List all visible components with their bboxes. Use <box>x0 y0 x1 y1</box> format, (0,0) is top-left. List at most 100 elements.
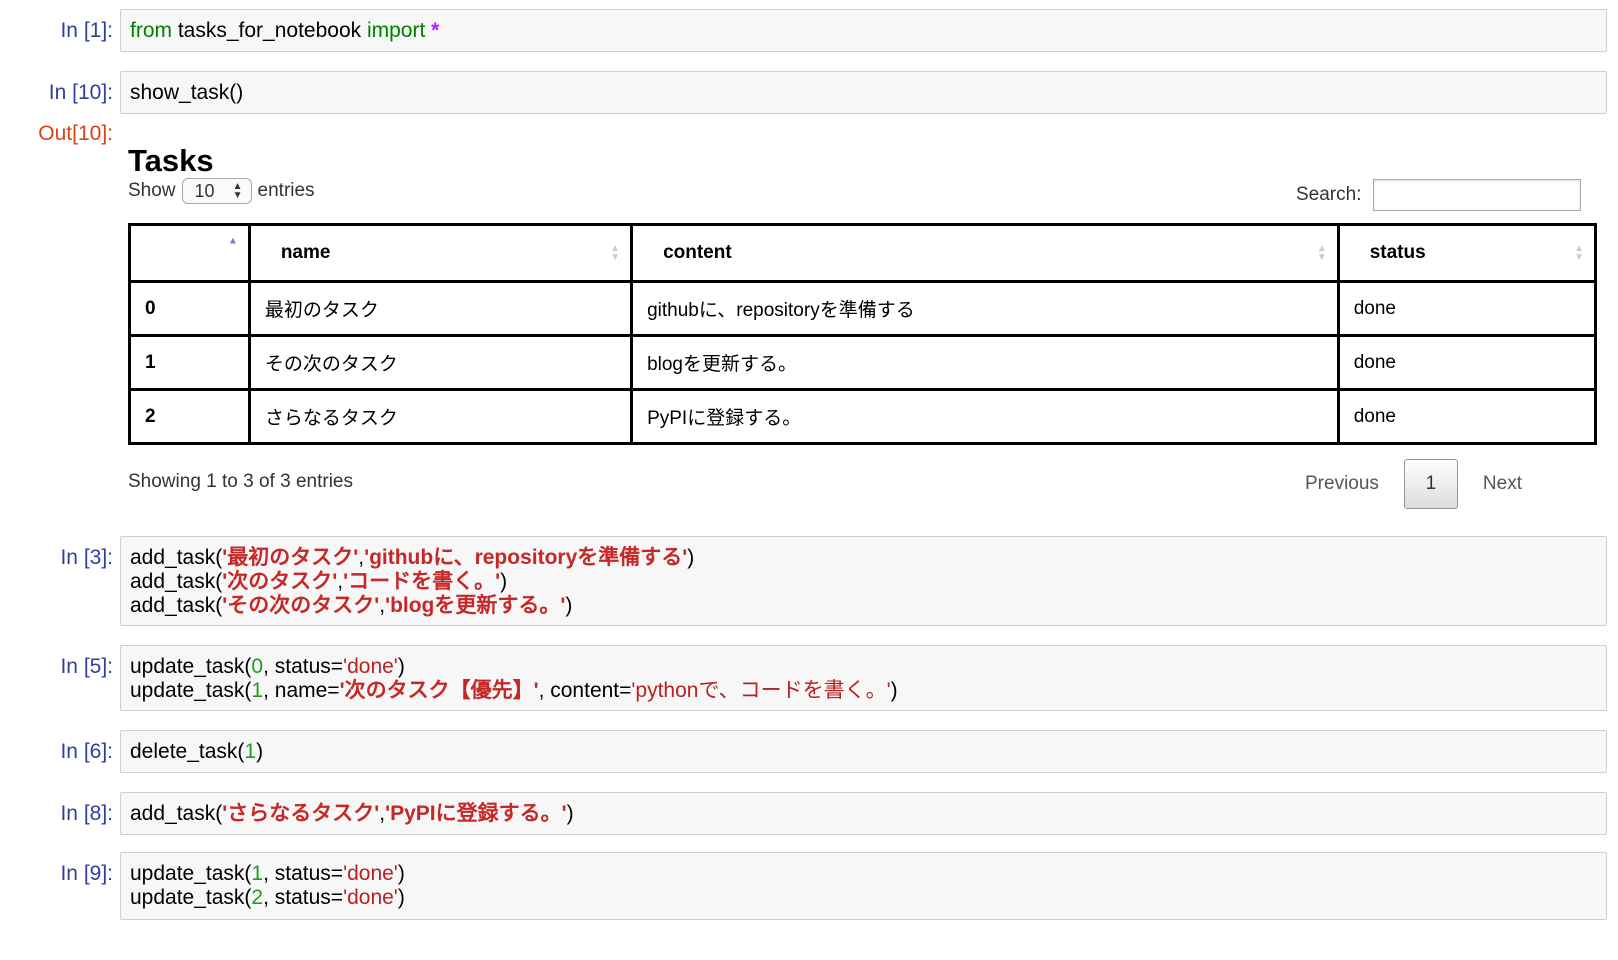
code-token: 1 <box>251 862 264 885</box>
code-token: update_task( <box>130 886 252 909</box>
code-token: , content= <box>538 679 632 702</box>
code-token: import <box>366 19 426 42</box>
code-cell[interactable]: show_task() <box>120 71 1607 114</box>
code-token: '次のタスク' <box>222 570 338 593</box>
row-name: 最初のタスク <box>247 280 634 337</box>
code-token: 2 <box>251 886 264 909</box>
code-line: add_task('その次のタスク','blogを更新する。') <box>130 594 1597 618</box>
code-token: 'githubに、repositoryを準備する' <box>364 546 688 569</box>
column-header-index[interactable]: ▲ <box>128 223 251 283</box>
search-input[interactable] <box>1373 179 1582 211</box>
code-line: add_task('さらなるタスク','PyPIに登録する。') <box>130 802 1597 826</box>
code-token: update_task( <box>130 679 252 702</box>
table-row: 0 最初のタスク githubに、repositoryを準備する done <box>128 280 1598 337</box>
row-name: さらなるタスク <box>247 388 634 445</box>
code-line: update_task(1, name='次のタスク【優先】', content… <box>130 679 1597 703</box>
code-token: ) <box>397 862 405 885</box>
code-token: , name= <box>263 679 340 702</box>
code-cell[interactable]: delete_task(1) <box>120 730 1607 773</box>
code-token: 'blogを更新する。' <box>385 594 566 617</box>
row-name: その次のタスク <box>247 334 634 391</box>
next-button[interactable]: Next <box>1483 473 1522 495</box>
code-token: 'PyPIに登録する。' <box>385 802 567 825</box>
table-row: 2 さらなるタスク PyPIに登録する。 done <box>128 388 1598 445</box>
code-token: add_task( <box>130 594 223 617</box>
code-cell[interactable]: update_task(1, status='done') update_task… <box>120 852 1607 920</box>
code-token: 'さらなるタスク' <box>222 802 380 825</box>
page-button-1[interactable]: 1 <box>1403 459 1458 509</box>
entries-length-control: Show 10 ▲ ▼ entries <box>128 178 315 204</box>
cell-prompt: In [5]: <box>60 655 113 678</box>
code-token: * <box>431 19 440 42</box>
code-token: ) <box>500 570 508 593</box>
code-token: tasks_for_notebook <box>172 19 367 42</box>
row-index: 0 <box>128 280 251 337</box>
search-control: Search: <box>1296 179 1582 211</box>
code-line: update_task(1, status='done') <box>130 862 1597 886</box>
output-prompt: Out[10]: <box>38 122 113 145</box>
code-token: 'pythonで、コードを書く。' <box>631 679 891 702</box>
code-token: update_task( <box>130 862 252 885</box>
code-token: 'done' <box>343 886 398 909</box>
previous-button[interactable]: Previous <box>1305 473 1379 495</box>
code-line: show_task() <box>130 81 1597 105</box>
column-header-status[interactable]: status ▲ ▼ <box>1336 223 1598 283</box>
pagination: Previous 1 Next <box>1305 459 1522 509</box>
code-token: ) <box>890 679 898 702</box>
code-line: add_task('次のタスク','コードを書く。') <box>130 570 1597 594</box>
row-content: githubに、repositoryを準備する <box>630 280 1340 337</box>
select-arrows-icon: ▲ ▼ <box>232 181 243 201</box>
code-token: 0 <box>251 655 264 678</box>
row-index: 1 <box>128 334 251 391</box>
row-status: done <box>1336 280 1598 337</box>
code-token: '次のタスク【優先】' <box>339 679 539 702</box>
cell-prompt: In [6]: <box>60 740 113 763</box>
sort-arrows-icon: ▲ ▼ <box>1316 243 1327 263</box>
code-line: delete_task(1) <box>130 740 1597 764</box>
code-cell[interactable]: update_task(0, status='done') update_task… <box>120 645 1607 711</box>
code-token: '最初のタスク' <box>222 546 359 569</box>
row-content: blogを更新する。 <box>630 334 1340 391</box>
code-token: from <box>130 19 172 42</box>
show-label: Show <box>128 180 176 201</box>
code-token: ) <box>687 546 695 569</box>
sort-arrows-icon: ▲ ▼ <box>1574 243 1584 263</box>
code-token: add_task( <box>130 802 223 825</box>
code-cell[interactable]: add_task('さらなるタスク','PyPIに登録する。') <box>120 792 1607 835</box>
search-label: Search: <box>1296 184 1362 205</box>
code-token: , status= <box>263 862 344 885</box>
table-info: Showing 1 to 3 of 3 entries <box>128 471 353 492</box>
entries-select[interactable]: 10 ▲ ▼ <box>181 178 252 204</box>
code-token: ) <box>256 740 264 763</box>
cell-prompt: In [9]: <box>60 862 113 885</box>
entries-label: entries <box>257 180 315 201</box>
table-row: 1 その次のタスク blogを更新する。 done <box>128 334 1598 391</box>
code-token: 1 <box>244 740 257 763</box>
code-token: 'done' <box>343 862 398 885</box>
code-cell[interactable]: from tasks_for_notebook import * <box>120 9 1607 52</box>
cell-prompt: In [3]: <box>60 546 113 569</box>
code-token: ) <box>565 594 573 617</box>
code-cell[interactable]: add_task('最初のタスク','githubに、repositoryを準備… <box>120 536 1607 626</box>
entries-select-value: 10 <box>194 180 215 201</box>
table-header-row: ▲ name ▲ ▼ content ▲ ▼ status ▲ ▼ <box>128 223 1598 283</box>
code-token: 'done' <box>343 655 398 678</box>
code-token: ) <box>566 802 574 825</box>
column-header-content[interactable]: content ▲ ▼ <box>630 223 1340 283</box>
sort-arrows-icon: ▲ ▼ <box>610 243 621 263</box>
code-token: 1 <box>251 679 264 702</box>
row-status: done <box>1336 388 1598 445</box>
code-token: delete_task( <box>130 740 245 763</box>
code-token: , status= <box>263 886 344 909</box>
column-header-name[interactable]: name ▲ ▼ <box>247 223 634 283</box>
code-token: add_task( <box>130 546 223 569</box>
row-index: 2 <box>128 388 251 445</box>
code-token: 'コードを書く。' <box>343 570 501 593</box>
code-token: ) <box>397 655 405 678</box>
code-line: from tasks_for_notebook import * <box>130 19 1597 43</box>
code-line: add_task('最初のタスク','githubに、repositoryを準備… <box>130 546 1597 570</box>
cell-prompt: In [1]: <box>60 19 113 42</box>
code-line: update_task(0, status='done') <box>130 655 1597 679</box>
row-content: PyPIに登録する。 <box>630 388 1340 445</box>
code-line: update_task(2, status='done') <box>130 886 1597 910</box>
